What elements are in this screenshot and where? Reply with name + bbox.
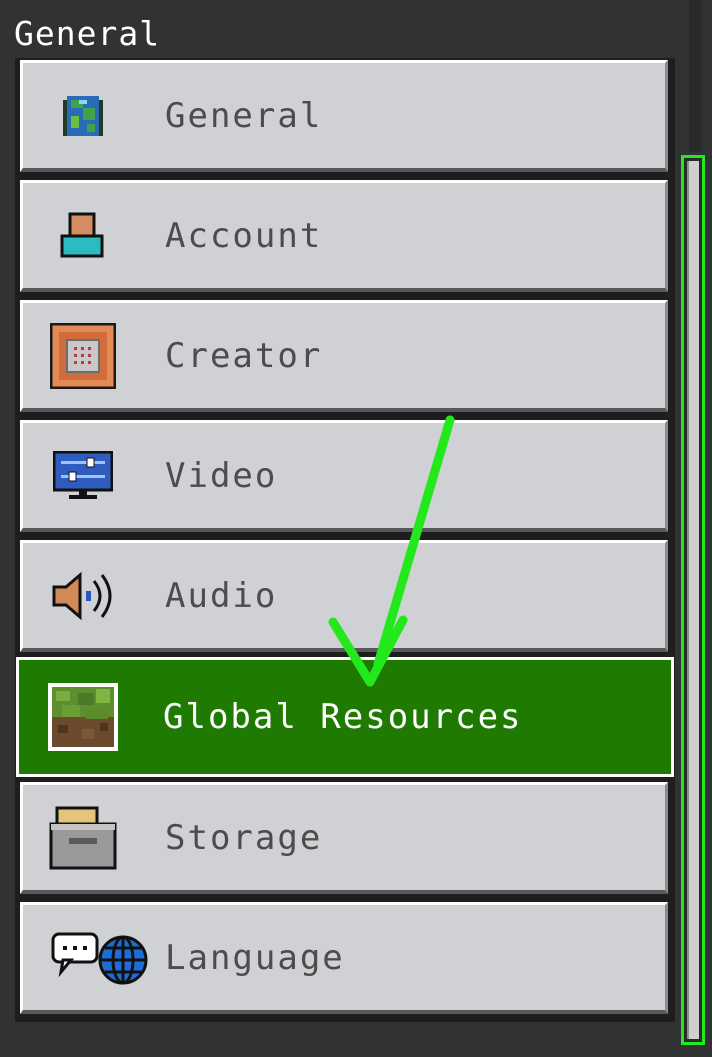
menu-item-label: Account xyxy=(165,215,323,256)
monitor-icon xyxy=(48,441,118,511)
scroll-thumb[interactable] xyxy=(687,161,699,1039)
menu-item-label: Global Resources xyxy=(163,697,523,737)
command-block-icon xyxy=(48,321,118,391)
globe-icon xyxy=(48,81,118,151)
menu-item-account[interactable]: Account xyxy=(20,180,668,292)
scrollbar[interactable] xyxy=(681,155,705,1045)
menu-item-video[interactable]: Video xyxy=(20,420,668,532)
menu-item-language[interactable]: Language xyxy=(20,902,668,1014)
menu-item-creator[interactable]: Creator xyxy=(20,300,668,412)
storage-icon xyxy=(48,803,118,873)
menu-item-label: Video xyxy=(165,455,278,496)
menu-item-label: General xyxy=(165,95,323,136)
grass-block-icon xyxy=(48,682,118,752)
section-title: General xyxy=(14,14,161,53)
menu-item-label: Creator xyxy=(165,335,323,376)
scrollbar-track xyxy=(689,0,701,152)
menu-item-general[interactable]: General xyxy=(20,60,668,172)
menu-item-storage[interactable]: Storage xyxy=(20,782,668,894)
settings-menu: General Account Creator Video Audio Glob… xyxy=(15,58,675,1022)
menu-item-label: Storage xyxy=(165,817,323,858)
account-icon xyxy=(48,201,118,271)
language-icon xyxy=(49,923,153,993)
menu-item-label: Audio xyxy=(165,575,278,616)
menu-item-label: Language xyxy=(165,937,345,978)
menu-item-audio[interactable]: Audio xyxy=(20,540,668,652)
menu-item-global-resources[interactable]: Global Resources xyxy=(16,657,674,777)
speaker-icon xyxy=(48,561,118,631)
